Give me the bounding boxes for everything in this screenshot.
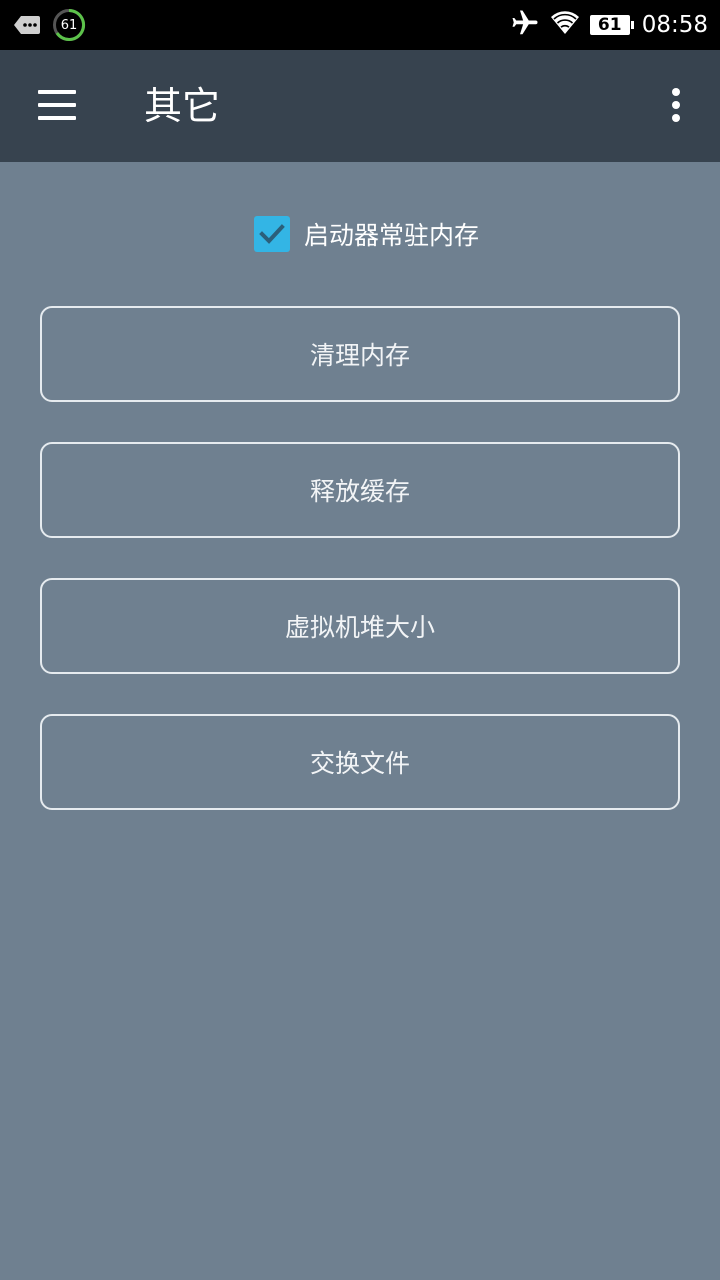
battery-level: 61 (597, 15, 622, 35)
swap-file-label: 交换文件 (309, 749, 410, 778)
resident-memory-toggle[interactable]: 启动器常驻内存 (254, 215, 479, 253)
release-cache-label: 释放缓存 (309, 477, 410, 506)
check-icon (259, 224, 285, 244)
resident-memory-label: 启动器常驻内存 (304, 221, 480, 250)
airplane-mode-icon (510, 8, 540, 42)
clean-memory-button[interactable]: 清理内存 (40, 306, 680, 402)
hamburger-menu-icon[interactable] (38, 90, 76, 120)
overflow-menu-icon[interactable] (666, 88, 686, 124)
app-bar: 其它 (0, 50, 720, 162)
vm-heap-size-label: 虚拟机堆大小 (284, 613, 435, 642)
release-cache-button[interactable]: 释放缓存 (40, 442, 680, 538)
memory-ring-value: 61 (60, 17, 78, 33)
status-bar-right: 61 08:58 (510, 0, 708, 50)
status-clock: 08:58 (641, 12, 708, 38)
swap-file-button[interactable]: 交换文件 (40, 714, 680, 810)
memory-ring-icon: 61 (52, 8, 86, 42)
message-icon (14, 15, 40, 35)
battery-icon: 61 (589, 15, 634, 35)
status-bar: 61 61 08:58 (0, 0, 720, 50)
clean-memory-label: 清理内存 (309, 341, 410, 370)
page-title: 其它 (144, 84, 221, 128)
wifi-icon (550, 10, 580, 40)
vm-heap-size-button[interactable]: 虚拟机堆大小 (40, 578, 680, 674)
resident-memory-checkbox[interactable] (254, 216, 290, 252)
status-bar-left: 61 (14, 8, 86, 42)
